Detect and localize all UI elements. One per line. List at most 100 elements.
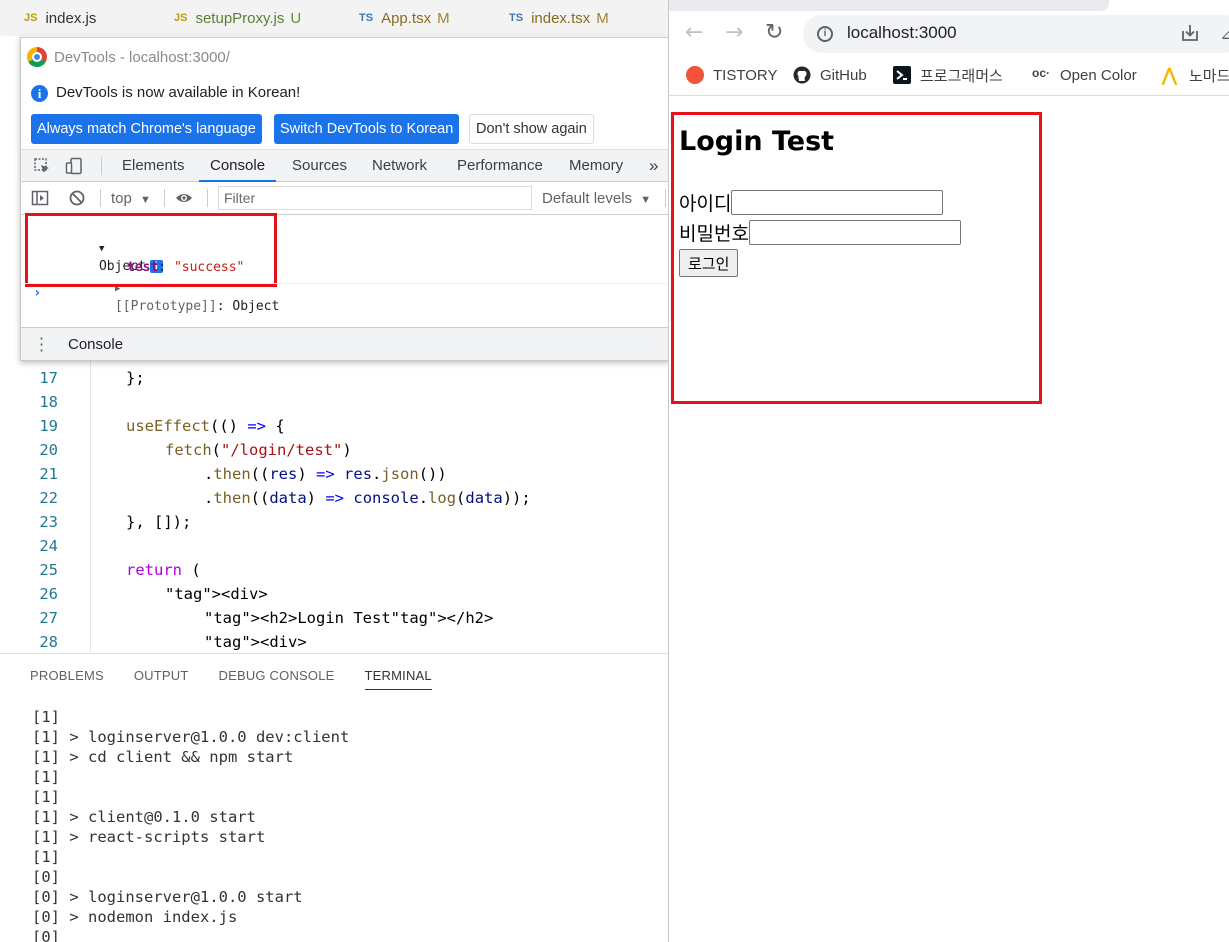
more-tabs-chevron-icon[interactable]: »	[649, 150, 658, 182]
url-text: localhost:3000	[847, 23, 957, 42]
tab-label: App.tsx	[381, 9, 432, 27]
code-line[interactable]: 19 useEffect(() => {	[0, 414, 668, 438]
programmers-icon	[893, 66, 911, 84]
extensions-icon[interactable]: ⊿	[1220, 24, 1229, 43]
clear-console-icon[interactable]	[68, 189, 86, 207]
tab-debug-console[interactable]: DEBUG CONSOLE	[219, 668, 335, 690]
code-line[interactable]: 26 "tag"><div>	[0, 582, 668, 606]
password-label: 비밀번호	[679, 222, 749, 245]
tab-output[interactable]: OUTPUT	[134, 668, 189, 690]
terminal-line: [1] > react-scripts start	[32, 828, 266, 846]
drawer-tab-console[interactable]: Console	[56, 328, 135, 360]
code-text: }, []);	[126, 513, 192, 531]
context-selector[interactable]: top ▼	[111, 182, 151, 215]
web-page-content: Login Test 아이디 비밀번호 로그인	[669, 97, 1229, 942]
code-line[interactable]: 21 .then((res) => res.json())	[0, 462, 668, 486]
line-number: 19	[39, 417, 58, 435]
window-title: DevTools - localhost:3000/	[54, 48, 230, 66]
devtools-drawer: · · · Console	[21, 327, 669, 360]
console-filter-input[interactable]: Filter	[218, 186, 532, 210]
tab-elements[interactable]: Elements	[122, 150, 185, 182]
tab-sources[interactable]: Sources	[292, 150, 347, 182]
site-info-icon[interactable]: i	[817, 26, 833, 42]
browser-tab-strip	[669, 0, 1109, 11]
tab-terminal[interactable]: TERMINAL	[364, 668, 432, 690]
install-app-icon[interactable]	[1180, 23, 1200, 43]
tab-label: index.tsx	[531, 9, 591, 27]
device-toolbar-icon[interactable]	[65, 157, 83, 175]
toolbar-divider	[207, 189, 208, 207]
password-input[interactable]	[748, 219, 961, 245]
tab-memory[interactable]: Memory	[569, 150, 623, 182]
code-text: useEffect(() => {	[126, 417, 285, 435]
code-line[interactable]: 23}, []);	[0, 510, 668, 534]
chrome-logo-icon	[27, 47, 47, 67]
tab-performance[interactable]: Performance	[457, 150, 543, 182]
drawer-menu-icon[interactable]: · · ·	[39, 331, 44, 359]
line-number: 24	[39, 537, 58, 555]
code-line[interactable]: 17};	[0, 366, 668, 390]
code-line[interactable]: 18	[0, 390, 668, 414]
login-button[interactable]: 로그인	[679, 249, 739, 277]
console-output[interactable]: ▼ Object i test: "success" ▶ [[Prototype]…	[21, 213, 669, 327]
sidebar-toggle-icon[interactable]	[31, 189, 49, 207]
code-line[interactable]: 24	[0, 534, 668, 558]
line-number: 18	[39, 393, 58, 411]
code-text: "tag"><div>	[165, 585, 268, 603]
info-icon: i	[31, 85, 48, 102]
collapse-arrow-icon[interactable]: ▶	[115, 284, 120, 294]
editor-tab-index-tsx[interactable]: TS index.tsx M	[509, 0, 609, 36]
tab-problems[interactable]: PROBLEMS	[30, 668, 104, 690]
bookmark-github[interactable]: GitHub	[793, 64, 867, 86]
bookmark-label: 프로그래머스	[920, 67, 1003, 85]
bookmark-label: Open Color	[1060, 66, 1137, 84]
always-match-language-button[interactable]: Always match Chrome's language	[31, 114, 262, 144]
back-arrow-icon[interactable]: ←	[685, 21, 703, 45]
editor-tab-app-tsx[interactable]: TS App.tsx M	[359, 0, 450, 36]
line-number: 27	[39, 609, 58, 627]
forward-arrow-icon[interactable]: →	[725, 21, 743, 45]
bookmark-label: 노마드	[1189, 67, 1229, 85]
line-number: 26	[39, 585, 58, 603]
bookmark-tistory[interactable]: TISTORY	[686, 64, 777, 86]
editor-tab-index-js[interactable]: JS index.js	[24, 0, 96, 36]
code-line[interactable]: 20 fetch("/login/test")	[0, 438, 668, 462]
code-text: .then((data) => console.log(data));	[204, 489, 531, 507]
line-number: 25	[39, 561, 58, 579]
open-color-icon: oc·	[1032, 66, 1050, 80]
editor-tab-setupproxy-js[interactable]: JS setupProxy.js U	[174, 0, 301, 36]
tab-network[interactable]: Network	[372, 150, 427, 182]
reload-icon[interactable]: ↻	[765, 21, 783, 45]
tab-console[interactable]: Console	[199, 150, 277, 182]
code-line[interactable]: 28 "tag"><div>	[0, 630, 668, 654]
prototype-property[interactable]: ▶ [[Prototype]]: Object	[68, 261, 279, 334]
line-number: 21	[39, 465, 58, 483]
prototype-key: [[Prototype]]	[114, 299, 217, 314]
dont-show-again-button[interactable]: Don't show again	[469, 114, 594, 144]
address-bar[interactable]: i localhost:3000	[803, 15, 1229, 53]
console-prompt-icon[interactable]: ›	[33, 285, 41, 301]
bookmark-nomad[interactable]: ⋀ 노마드	[1162, 64, 1229, 86]
code-line[interactable]: 25 return (	[0, 558, 668, 582]
code-line[interactable]: 22 .then((data) => console.log(data));	[0, 486, 668, 510]
switch-to-korean-button[interactable]: Switch DevTools to Korean	[274, 114, 460, 144]
bookmark-open-color[interactable]: oc· Open Color	[1032, 64, 1137, 86]
id-input[interactable]	[731, 189, 944, 215]
git-status-badge: M	[596, 9, 609, 27]
ts-file-icon: TS	[359, 12, 374, 24]
terminal-line: [0] > nodemon index.js	[32, 908, 238, 926]
code-line[interactable]: 27 "tag"><h2>Login Test"tag"></h2>	[0, 606, 668, 630]
toolbar-divider	[665, 189, 666, 207]
bookmark-programmers[interactable]: 프로그래머스	[893, 64, 1003, 86]
code-text: };	[126, 369, 145, 387]
code-text: .then((res) => res.json())	[204, 465, 447, 483]
line-number: 17	[39, 369, 58, 387]
tab-label: setupProxy.js	[195, 9, 285, 27]
context-label: top	[111, 190, 132, 207]
log-levels-dropdown[interactable]: Default levels ▼	[542, 182, 651, 215]
code-text: return (	[126, 561, 201, 579]
eye-icon[interactable]	[175, 189, 193, 207]
password-field-row: 비밀번호	[679, 219, 961, 245]
line-number: 28	[39, 633, 58, 651]
inspect-element-icon[interactable]	[33, 157, 51, 175]
